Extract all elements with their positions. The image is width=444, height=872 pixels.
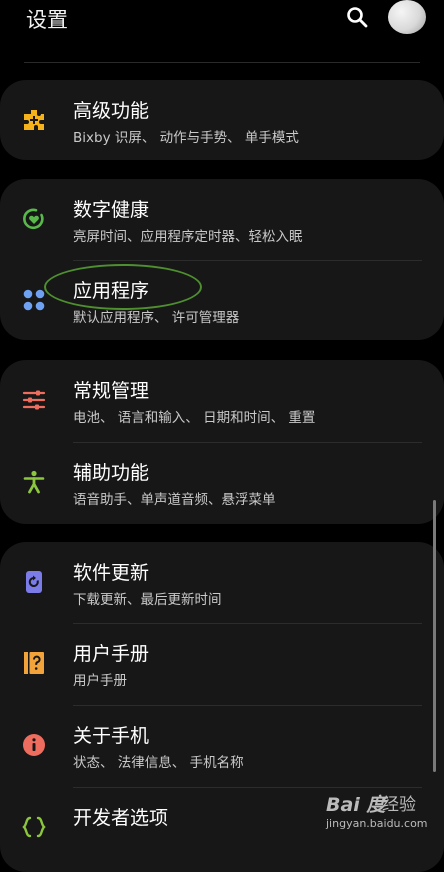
user-manual-icon: [24, 652, 44, 674]
item-subtitle: 状态、 法律信息、 手机名称: [73, 755, 244, 771]
item-label: 辅助功能: [73, 462, 150, 484]
scrollbar[interactable]: [433, 500, 436, 772]
settings-item-advanced-features[interactable]: 高级功能 Bixby 识屏、 动作与手势、 单手模式: [0, 80, 444, 160]
puzzle-icon: [24, 110, 44, 130]
settings-group-wellbeing: 数字健康 亮屏时间、应用程序定时器、轻松入眠 应用程序 默认应用程序、 许可管理…: [0, 179, 444, 340]
settings-item-digital-wellbeing[interactable]: 数字健康 亮屏时间、应用程序定时器、轻松入眠: [0, 179, 444, 259]
item-label: 开发者选项: [73, 807, 169, 829]
accessibility-icon: [23, 470, 45, 494]
highlight-circle: [44, 264, 202, 310]
watermark: Bai 度 经验 jingyan.baidu.com: [326, 790, 436, 835]
app-header: 设置: [0, 0, 444, 40]
item-subtitle: 电池、 语言和输入、 日期和时间、 重置: [73, 410, 316, 426]
settings-item-general-management[interactable]: 常规管理 电池、 语言和输入、 日期和时间、 重置: [0, 360, 444, 440]
settings-item-accessibility[interactable]: 辅助功能 语音助手、单声道音频、悬浮菜单: [0, 442, 444, 522]
item-label: 数字健康: [73, 199, 150, 221]
page-title: 设置: [26, 8, 68, 32]
item-label: 常规管理: [73, 380, 150, 402]
item-label: 高级功能: [73, 100, 150, 122]
settings-group-advanced: 高级功能 Bixby 识屏、 动作与手势、 单手模式: [0, 80, 444, 160]
watermark-text: 经验: [382, 795, 416, 815]
item-subtitle: 默认应用程序、 许可管理器: [73, 310, 240, 326]
settings-item-user-manual[interactable]: 用户手册 用户手册: [0, 623, 444, 703]
apps-grid-icon: [23, 289, 45, 311]
watermark-logo: Bai 度: [326, 794, 386, 816]
software-update-icon: [26, 571, 42, 593]
item-label: 软件更新: [73, 562, 150, 584]
item-subtitle: 亮屏时间、应用程序定时器、轻松入眠: [73, 229, 303, 245]
avatar[interactable]: [388, 0, 426, 34]
item-subtitle: Bixby 识屏、 动作与手势、 单手模式: [73, 130, 299, 146]
digital-wellbeing-icon: [23, 208, 44, 230]
item-label: 关于手机: [73, 725, 150, 747]
info-icon: [23, 734, 45, 756]
settings-item-software-update[interactable]: 软件更新 下载更新、最后更新时间: [0, 542, 444, 622]
search-icon[interactable]: [346, 6, 368, 28]
settings-item-about-phone[interactable]: 关于手机 状态、 法律信息、 手机名称: [0, 705, 444, 785]
item-subtitle: 下载更新、最后更新时间: [73, 592, 222, 608]
divider: [24, 62, 420, 63]
sliders-icon: [22, 390, 46, 410]
item-subtitle: 语音助手、单声道音频、悬浮菜单: [73, 492, 276, 508]
item-label: 用户手册: [73, 643, 150, 665]
developer-options-icon: [22, 816, 46, 838]
settings-group-general: 常规管理 电池、 语言和输入、 日期和时间、 重置 辅助功能 语音助手、单声道音…: [0, 360, 444, 524]
item-subtitle: 用户手册: [73, 673, 127, 689]
watermark-url: jingyan.baidu.com: [326, 817, 428, 830]
